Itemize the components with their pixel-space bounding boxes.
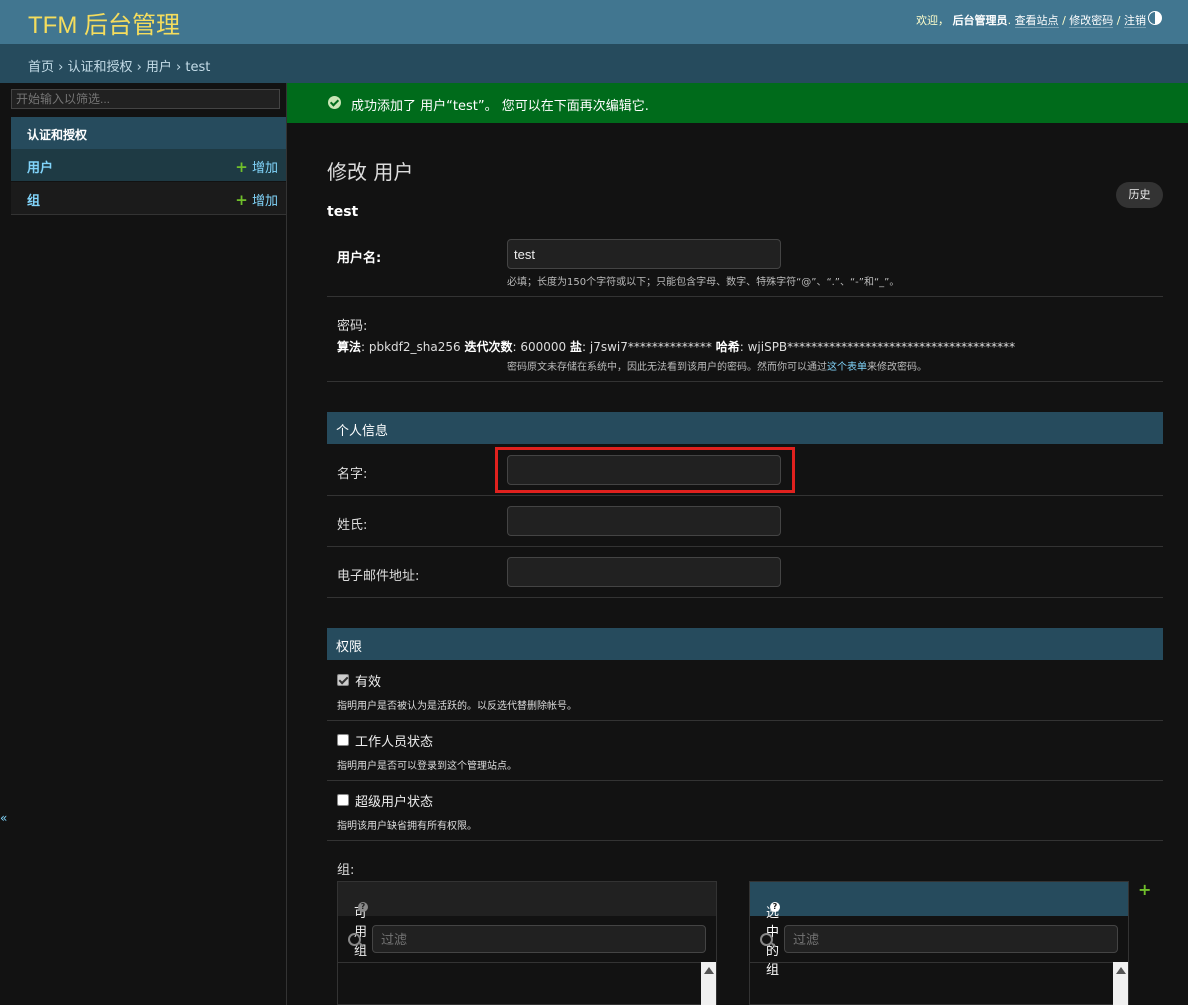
chosen-groups-box: 选中的 组? — [749, 881, 1129, 1005]
superuser-checkbox[interactable] — [337, 794, 349, 806]
module-caption-label: 认证和授权 — [27, 128, 88, 142]
divider — [327, 381, 1163, 382]
search-icon — [348, 933, 361, 946]
nav-filter-input[interactable] — [11, 89, 280, 109]
highlight-box — [495, 447, 795, 493]
add-group-link[interactable]: + 增加 — [235, 190, 278, 209]
password-help: 密码原文未存储在系统中，因此无法看到该用户的密码。然而你可以通过这个表单来修改密… — [507, 362, 927, 373]
password-summary: 算法: pbkdf2_sha256 迭代次数: 600000 盐: j7swi7… — [337, 340, 1016, 354]
scrollbar[interactable] — [1113, 962, 1128, 1005]
success-message-text: 成功添加了 用户“test”。 您可以在下面再次编辑它. — [351, 99, 649, 114]
superuser-label[interactable]: 超级用户状态 — [355, 791, 433, 810]
available-groups-filter-input[interactable] — [372, 925, 706, 953]
header: TFM 后台管理 欢迎， 后台管理员. 查看站点 / 修改密码 / 注销 — [0, 0, 1188, 44]
username-label: 用户名: — [337, 251, 382, 266]
active-help: 指明用户是否被认为是活跃的。以反选代替删除帐号。 — [337, 701, 577, 712]
email-input[interactable] — [507, 557, 781, 587]
chosen-groups-filter-input[interactable] — [784, 925, 1118, 953]
sidebar-toggle-icon[interactable]: « — [0, 811, 7, 825]
add-group-plus-icon[interactable]: + — [1138, 880, 1151, 899]
staff-help: 指明用户是否可以登录到这个管理站点。 — [337, 761, 517, 772]
last-name-label: 姓氏: — [337, 518, 368, 533]
plus-icon: + — [235, 191, 248, 209]
breadcrumb[interactable]: 首页 › 认证和授权 › 用户 › test — [28, 56, 210, 75]
available-groups-box: 可用 组? — [337, 881, 717, 1005]
breadcrumb-bar: 首页 › 认证和授权 › 用户 › test — [0, 44, 1188, 83]
sidebar-item-label[interactable]: 组 — [27, 190, 40, 209]
sidebar-item-users[interactable]: 用户 + 增加 — [11, 149, 286, 181]
page-title: 修改 用户 — [327, 160, 414, 184]
first-name-label: 名字: — [337, 467, 368, 482]
add-user-link[interactable]: + 增加 — [235, 157, 278, 176]
chosen-filter — [750, 916, 1128, 963]
scrollbar[interactable] — [701, 962, 716, 1005]
divider — [327, 840, 1163, 841]
sidebar-item-groups[interactable]: 组 + 增加 — [11, 182, 286, 215]
staff-label[interactable]: 工作人员状态 — [355, 731, 433, 750]
user-tools: 欢迎， 后台管理员. 查看站点 / 修改密码 / 注销 — [916, 14, 1146, 28]
help-icon[interactable]: ? — [358, 902, 368, 912]
site-brand[interactable]: TFM 后台管理 — [28, 5, 180, 40]
logout-link[interactable]: 注销 — [1124, 14, 1146, 28]
welcome-text: 欢迎， — [916, 14, 950, 27]
module-caption[interactable]: 认证和授权 — [11, 117, 286, 149]
sidebar-item-label[interactable]: 用户 — [27, 157, 53, 176]
divider — [327, 296, 1163, 297]
active-label[interactable]: 有效 — [355, 671, 381, 690]
groups-label: 组: — [337, 863, 355, 878]
superuser-help: 指明该用户缺省拥有所有权限。 — [337, 821, 477, 832]
plus-icon: + — [235, 158, 248, 176]
object-name: test — [327, 204, 359, 220]
view-site-link[interactable]: 查看站点 — [1014, 14, 1059, 28]
divider — [327, 780, 1163, 781]
username-help: 必填；长度为150个字符或以下；只能包含字母、数字、特殊字符“@”、“.”、“-… — [507, 277, 900, 288]
divider — [327, 495, 1163, 496]
username-input[interactable] — [507, 239, 781, 269]
divider — [327, 597, 1163, 598]
search-icon — [760, 933, 773, 946]
available-groups-header: 可用 组? — [338, 882, 716, 959]
password-label: 密码: — [337, 319, 368, 334]
sidebar: « — [0, 83, 287, 1005]
divider — [327, 720, 1163, 721]
available-filter — [338, 916, 716, 963]
active-checkbox[interactable] — [337, 674, 349, 686]
last-name-input[interactable] — [507, 506, 781, 536]
change-password-link[interactable]: 修改密码 — [1069, 14, 1114, 28]
username: 后台管理员 — [952, 14, 1008, 27]
help-icon[interactable]: ? — [770, 902, 780, 912]
history-button[interactable]: 历史 — [1116, 182, 1163, 208]
theme-toggle-icon[interactable] — [1148, 11, 1162, 25]
chosen-groups-header: 选中的 组? — [750, 882, 1128, 978]
email-label: 电子邮件地址: — [337, 569, 420, 584]
divider — [327, 546, 1163, 547]
permissions-header: 权限 — [327, 628, 1163, 660]
password-change-link[interactable]: 这个表单 — [827, 362, 867, 373]
success-check-icon — [328, 96, 341, 109]
success-message: 成功添加了 用户“test”。 您可以在下面再次编辑它. — [287, 83, 1188, 123]
staff-checkbox[interactable] — [337, 734, 349, 746]
personal-info-header: 个人信息 — [327, 412, 1163, 444]
